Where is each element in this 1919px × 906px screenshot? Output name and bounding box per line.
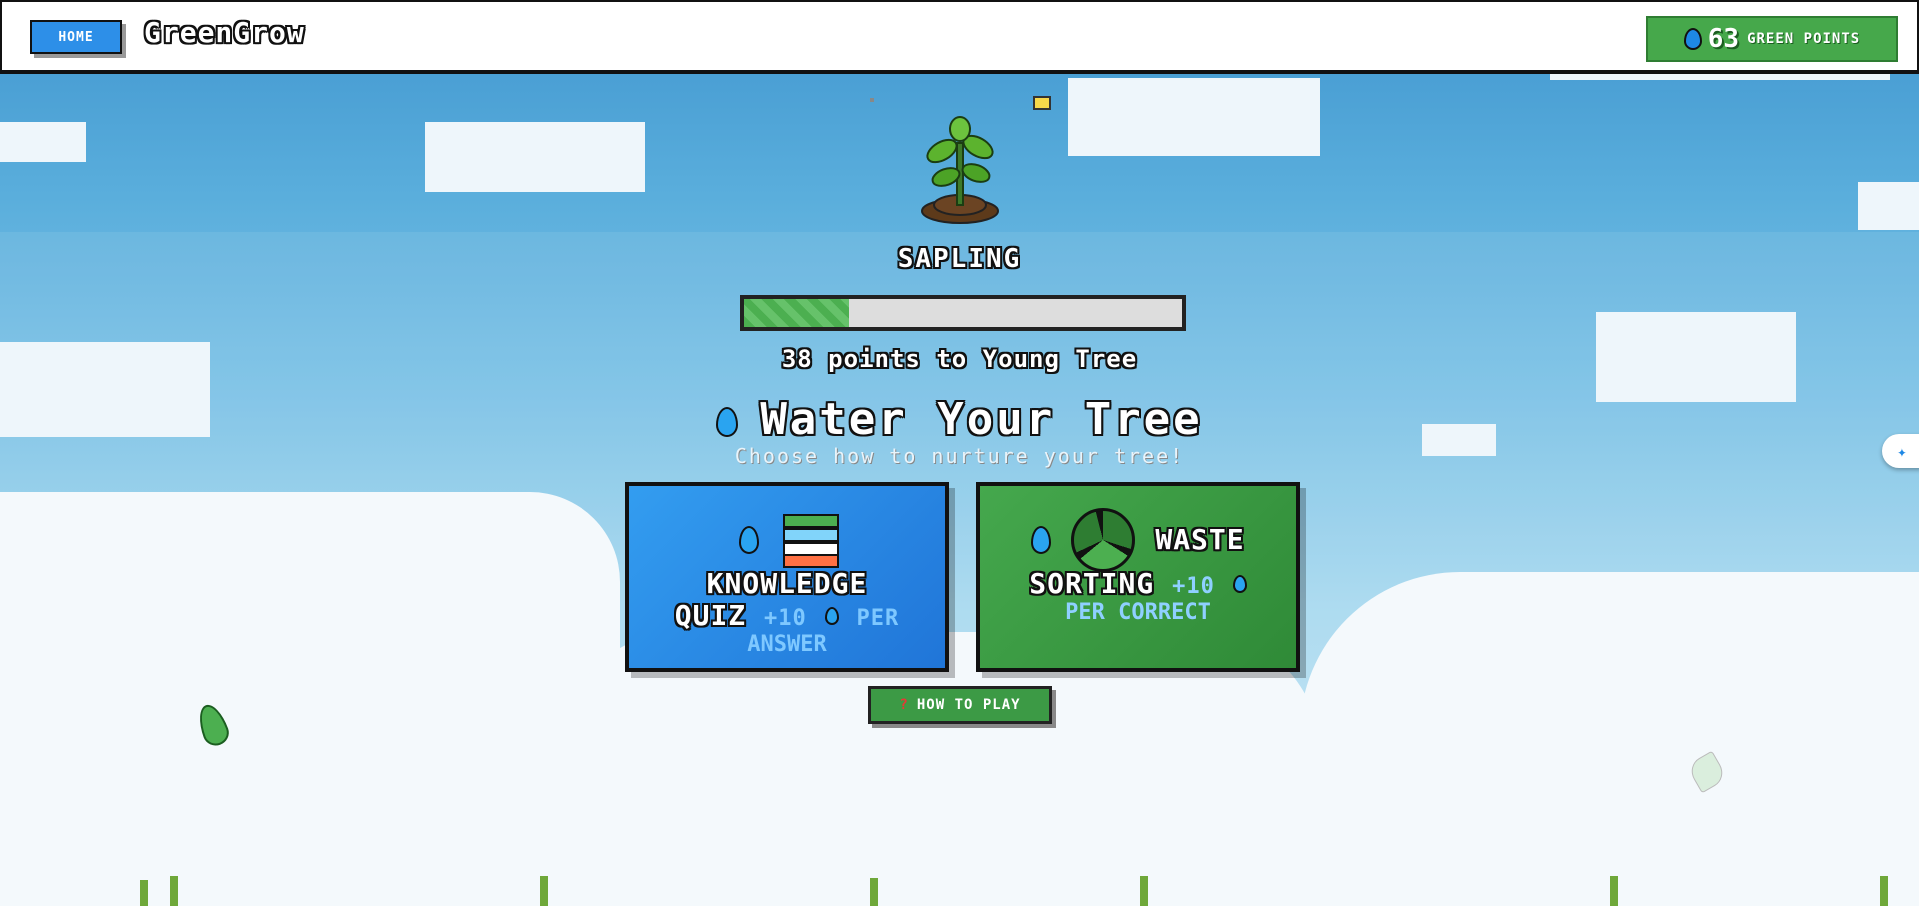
sapling-icon bbox=[921, 116, 999, 224]
butterfly-icon bbox=[1033, 96, 1051, 110]
cloud bbox=[0, 122, 86, 162]
cloud bbox=[1300, 572, 1919, 906]
quiz-bonus-suffix: PER bbox=[856, 606, 900, 631]
cloud bbox=[0, 492, 620, 906]
grass-blade bbox=[140, 880, 148, 906]
recycle-icon bbox=[1071, 508, 1136, 572]
water-drop-icon bbox=[824, 607, 839, 625]
growth-progress-bar bbox=[740, 295, 1186, 331]
waste-sorting-card[interactable]: WASTE SORTING +10 PER CORRECT bbox=[976, 482, 1300, 672]
home-button[interactable]: HOME bbox=[30, 20, 122, 54]
grass-blade bbox=[170, 876, 178, 906]
water-drop-icon bbox=[716, 407, 739, 437]
water-drop-icon bbox=[1683, 28, 1702, 50]
grass-blade bbox=[1140, 876, 1148, 906]
grass-blade bbox=[1880, 876, 1888, 906]
top-bar: HOME GreenGrow 63 GREEN POINTS bbox=[0, 0, 1919, 74]
side-sparkle-button[interactable]: ✦ bbox=[1882, 434, 1919, 468]
cloud bbox=[560, 632, 1320, 906]
water-drop-icon bbox=[1232, 575, 1247, 593]
books-icon bbox=[783, 514, 839, 568]
cloud bbox=[1858, 182, 1919, 230]
knowledge-quiz-card[interactable]: KNOWLEDGE QUIZ +10 PER ANSWER bbox=[625, 482, 949, 672]
sparkle-drop-icon: ✦ bbox=[1897, 441, 1907, 461]
quiz-bonus-value: +10 bbox=[764, 606, 807, 631]
water-drop-icon bbox=[1031, 526, 1052, 554]
page-subtitle: Choose how to nurture your tree! bbox=[734, 444, 1185, 468]
points-value: 63 bbox=[1707, 24, 1740, 54]
quiz-title-line2-row: QUIZ +10 PER bbox=[629, 600, 945, 635]
tree-stage-label: SAPLING bbox=[897, 244, 1022, 274]
quiz-title-line2: QUIZ bbox=[674, 599, 747, 632]
how-to-play-label: HOW TO PLAY bbox=[916, 697, 1021, 713]
cloud bbox=[1068, 78, 1320, 156]
quiz-bonus-line2: ANSWER bbox=[747, 632, 827, 657]
waste-bonus-line2: PER CORRECT bbox=[1065, 600, 1211, 625]
page-title: Water Your Tree bbox=[0, 394, 1919, 445]
question-mark-icon: ? bbox=[899, 697, 909, 713]
points-remaining-text: 38 points to Young Tree bbox=[781, 345, 1138, 373]
waste-title-line1: WASTE bbox=[1155, 523, 1245, 556]
points-label: GREEN POINTS bbox=[1747, 31, 1861, 47]
brand-logo: GreenGrow bbox=[144, 16, 305, 49]
waste-title-line2-row: SORTING +10 bbox=[980, 568, 1296, 603]
grass-blade bbox=[870, 878, 878, 906]
waste-title-line2: SORTING bbox=[1029, 567, 1155, 600]
water-drop-icon bbox=[739, 526, 759, 554]
green-points-badge: 63 GREEN POINTS bbox=[1646, 16, 1898, 62]
waste-bonus-value: +10 bbox=[1172, 574, 1215, 599]
grass-blade bbox=[540, 876, 548, 906]
growth-progress-fill bbox=[744, 299, 850, 327]
quiz-title-line1: KNOWLEDGE bbox=[706, 567, 868, 600]
cloud bbox=[425, 122, 645, 192]
page-title-text: Water Your Tree bbox=[760, 394, 1203, 445]
grass-blade bbox=[1610, 876, 1618, 906]
sparkle-icon bbox=[870, 98, 874, 102]
how-to-play-button[interactable]: ? HOW TO PLAY bbox=[868, 686, 1052, 724]
